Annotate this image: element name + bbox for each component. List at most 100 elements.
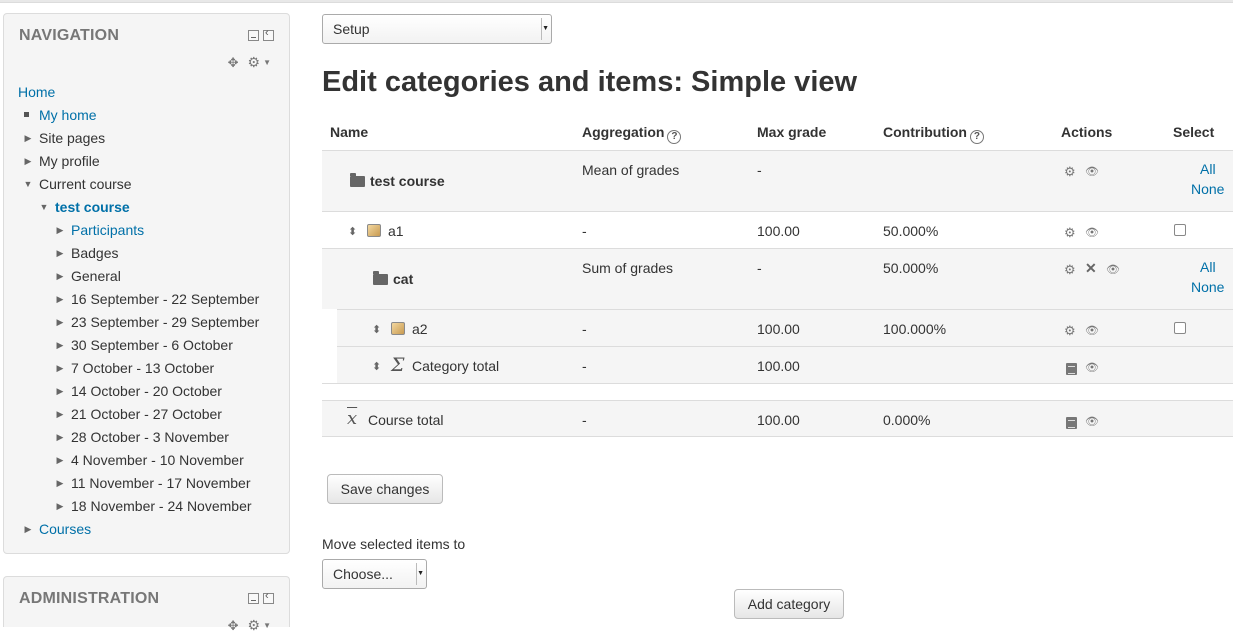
move-arrows-icon[interactable]: ⬍ [348,225,357,238]
max-grade-value: 100.00 [757,358,800,374]
expand-arrow-icon[interactable]: ▶ [54,335,66,355]
view-select[interactable]: Setup ▼ [322,14,552,44]
calculator-icon[interactable] [1066,363,1077,375]
expand-arrow-icon[interactable]: ▶ [54,427,66,447]
administration-block-controls [248,590,274,604]
move-icon[interactable]: ✥ [228,55,239,71]
minimize-icon[interactable] [248,593,259,604]
select-all-link[interactable]: All [1200,259,1216,275]
assignment-icon [367,224,381,237]
collapse-arrow-icon[interactable]: ▼ [38,197,50,217]
aggregation-value: Mean of grades [582,162,680,178]
max-grade-value: - [757,260,762,276]
nav-item-week[interactable]: ▶ 14 October - 20 October [57,381,222,401]
table-row: ⬍ a2 - 100.00 100.000% ⚙ 👁 [337,309,1233,346]
eye-icon[interactable]: 👁 [1085,415,1099,428]
expand-arrow-icon[interactable]: ▶ [54,473,66,493]
course-total-label: Course total [368,412,444,428]
nav-item-general[interactable]: ▶ General [57,266,121,286]
help-icon[interactable]: ? [969,130,984,144]
nav-item-week[interactable]: ▶ 21 October - 27 October [57,404,222,424]
move-label: Move selected items to [322,536,466,552]
nav-item-week[interactable]: ▶ 11 November - 17 November [57,473,251,493]
select-checkbox[interactable] [1174,322,1186,334]
nav-item-week[interactable]: ▶ 7 October - 13 October [57,358,215,378]
table-spacer-row [322,383,1233,400]
nav-item-week[interactable]: ▶ 30 September - 6 October [57,335,233,355]
minimize-icon[interactable] [248,30,259,41]
select-none-link[interactable]: None [1191,279,1224,295]
gear-icon[interactable]: ⚙ [248,617,261,634]
expand-arrow-icon[interactable]: ▶ [22,519,34,539]
nav-item-home[interactable]: Home [18,82,55,102]
help-icon[interactable]: ? [667,130,682,144]
eye-icon[interactable]: 👁 [1085,324,1099,337]
page-title: Edit categories and items: Simple view [322,66,858,98]
expand-arrow-icon[interactable]: ▶ [54,358,66,378]
nav-item-badges[interactable]: ▶ Badges [57,243,119,263]
collapse-arrow-icon[interactable]: ▼ [22,174,34,194]
nav-item-test-course[interactable]: ▼ test course [40,197,130,217]
nav-item-week[interactable]: ▶ 4 November - 10 November [57,450,244,470]
nav-item-site-pages[interactable]: ▶ Site pages [25,128,106,148]
eye-icon[interactable]: 👁 [1085,226,1099,239]
select-all-link[interactable]: All [1200,161,1216,177]
expand-arrow-icon[interactable]: ▶ [54,312,66,332]
expand-arrow-icon[interactable]: ▶ [54,289,66,309]
administration-title: ADMINISTRATION [19,590,160,607]
delete-icon[interactable]: ✕ [1085,260,1097,277]
gear-icon[interactable]: ⚙ [1064,225,1076,241]
chevron-down-icon[interactable]: ▼ [263,621,271,630]
gear-icon[interactable]: ⚙ [1064,164,1076,180]
gear-icon[interactable]: ⚙ [1064,262,1076,278]
expand-arrow-icon[interactable]: ▶ [54,381,66,401]
nav-item-week[interactable]: ▶ 18 November - 24 November [57,496,252,516]
expand-arrow-icon[interactable]: ▶ [22,151,34,171]
calculator-icon[interactable] [1066,417,1077,429]
grade-item-link[interactable]: a1 [388,223,404,239]
gear-icon[interactable]: ⚙ [248,54,261,71]
table-row: test course Mean of grades - ⚙ 👁 All Non… [322,150,1233,211]
expand-arrow-icon[interactable]: ▶ [54,243,66,263]
expand-arrow-icon[interactable]: ▶ [54,220,66,240]
category-total-label: Category total [412,358,500,374]
expand-arrow-icon[interactable]: ▶ [54,450,66,470]
eye-icon[interactable]: 👁 [1085,361,1099,374]
grade-item-link[interactable]: a2 [412,321,428,337]
contribution-value: 100.000% [883,321,947,337]
select-checkbox[interactable] [1174,224,1186,236]
expand-arrow-icon[interactable]: ▶ [54,266,66,286]
column-header-contribution: Contribution? [883,124,984,144]
nav-item-week[interactable]: ▶ 16 September - 22 September [57,289,260,309]
dock-icon[interactable] [263,27,274,41]
nav-item-courses[interactable]: ▶ Courses [25,519,92,539]
category-name: test course [370,173,445,189]
nav-item-week[interactable]: ▶ 23 September - 29 September [57,312,260,332]
chevron-down-icon[interactable]: ▼ [263,58,271,67]
expand-arrow-icon[interactable]: ▶ [54,496,66,516]
expand-arrow-icon[interactable]: ▶ [54,404,66,424]
nav-item-my-profile[interactable]: ▶ My profile [25,151,100,171]
administration-block-tools: ✥ ⚙ ▼ [228,617,271,634]
dock-icon[interactable] [263,590,274,604]
aggregation-value: - [582,412,587,428]
nav-item-my-home[interactable]: My home [24,105,97,125]
nav-item-current-course[interactable]: ▼ Current course [24,174,132,194]
move-arrows-icon[interactable]: ⬍ [372,323,381,336]
move-icon[interactable]: ✥ [228,618,239,634]
eye-icon[interactable]: 👁 [1085,165,1099,178]
gear-icon[interactable]: ⚙ [1064,323,1076,339]
aggregation-value: - [582,358,587,374]
select-none-link[interactable]: None [1191,181,1224,197]
nav-item-participants[interactable]: ▶ Participants [57,220,145,240]
move-arrows-icon[interactable]: ⬍ [372,360,381,373]
nav-item-week[interactable]: ▶ 28 October - 3 November [57,427,229,447]
add-category-button[interactable]: Add category [734,589,844,619]
navigation-block-controls [248,27,274,41]
table-row: x Course total - 100.00 0.000% 👁 [322,400,1233,437]
eye-icon[interactable]: 👁 [1106,263,1120,276]
expand-arrow-icon[interactable]: ▶ [22,128,34,148]
max-grade-value: - [757,162,762,178]
save-changes-button[interactable]: Save changes [327,474,443,504]
move-to-select[interactable]: Choose... ▼ [322,559,427,589]
